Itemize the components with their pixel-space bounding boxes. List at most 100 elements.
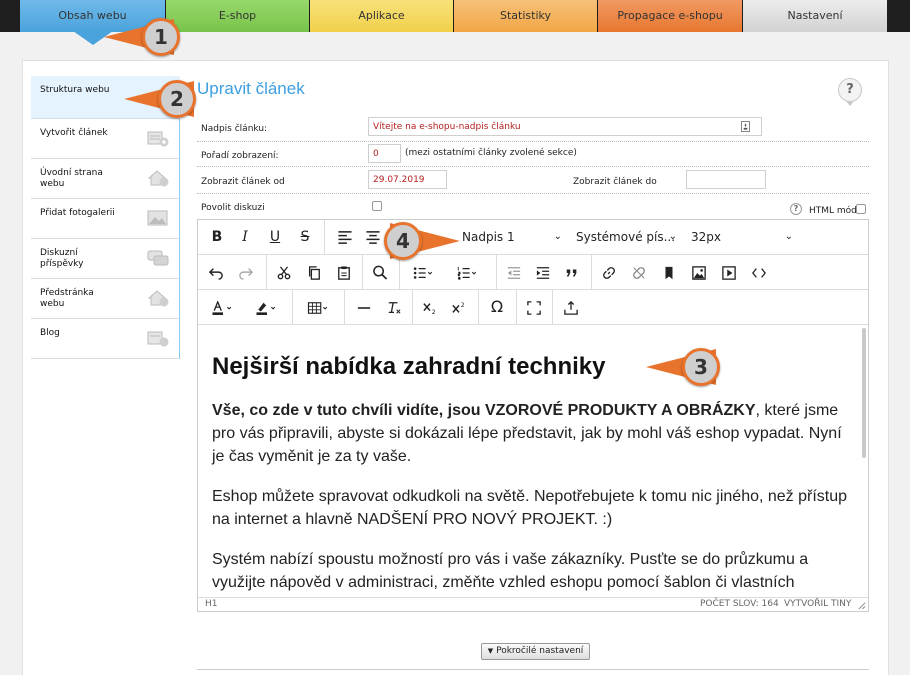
indent-icon[interactable] (533, 266, 553, 280)
chevron-down-icon: ▼ (487, 647, 494, 655)
unlink-icon[interactable] (629, 266, 649, 280)
prepage-icon (147, 290, 169, 307)
paragraph-1-bold: Vše, co zde v tuto chvíli vidíte, jsou V… (212, 402, 756, 419)
sidebar-item-predstranka[interactable]: Předstránka webu (31, 279, 180, 319)
sidebar-item-blog[interactable]: Blog (31, 319, 180, 359)
blockquote-icon[interactable] (562, 266, 582, 280)
sidebar-item-label: Úvodní strana webu (40, 168, 103, 189)
sidebar-item-label: Přidat fotogalerii (40, 208, 115, 218)
article-heading: Nejširší nabídka zahradní techniky (212, 353, 606, 380)
chevron-down-icon: ⌄ (668, 231, 677, 242)
clear-formatting-icon[interactable] (384, 301, 404, 315)
resize-handle-icon[interactable] (857, 601, 866, 610)
tab-nastaveni[interactable]: Nastavení (743, 0, 887, 32)
sidebar-item-label: Vytvořit článek (40, 128, 108, 138)
tab-propagace[interactable]: Propagace e-shopu (598, 0, 742, 32)
outdent-icon[interactable] (504, 266, 524, 280)
create-article-icon (147, 131, 169, 147)
element-path[interactable]: H1 (205, 599, 218, 609)
sidebar: Struktura webu Vytvořit článek Úvodní st… (31, 76, 180, 359)
table-icon[interactable] (302, 301, 336, 315)
callout-1: 1 (104, 18, 184, 56)
font-family-select[interactable]: Systémové pís... ⌄ (568, 226, 683, 248)
tab-statistiky[interactable]: Statistiky (454, 0, 597, 32)
help-button[interactable]: ? (838, 78, 862, 102)
toolbar-separator (344, 290, 345, 324)
discussion-checkbox[interactable] (372, 201, 382, 211)
toolbar-separator (324, 220, 325, 254)
advanced-settings-button[interactable]: ▼ Pokročilé nastavení (481, 643, 590, 660)
sidebar-item-label: Blog (40, 328, 60, 338)
tab-label: E-shop (218, 9, 257, 22)
tab-label: Propagace e-shopu (617, 9, 723, 22)
html-mode-checkbox[interactable] (856, 204, 866, 214)
toolbar-separator (412, 290, 413, 324)
show-to-input[interactable] (686, 170, 766, 189)
bullet-list-icon[interactable] (410, 266, 436, 280)
insert-icon[interactable] (561, 301, 581, 315)
show-from-label: Zobrazit článek od (201, 177, 285, 187)
bottom-divider (197, 669, 869, 670)
media-icon[interactable] (719, 266, 739, 280)
image-icon[interactable] (689, 266, 709, 280)
callout-badge: 2 (158, 80, 196, 118)
toolbar-row-2 (198, 255, 868, 290)
italic-button[interactable]: I (234, 226, 256, 248)
bookmark-icon[interactable] (659, 266, 679, 280)
paste-icon[interactable] (334, 266, 354, 280)
link-icon[interactable] (599, 266, 619, 280)
homepage-icon (147, 170, 169, 187)
tiny-brand[interactable]: VYTVOŘIL TINY (784, 599, 851, 609)
tab-e-shop[interactable]: E-shop (166, 0, 309, 32)
form-row-dates: Zobrazit článek od Zobrazit článek do (197, 167, 869, 194)
paragraph-3: Systém nabízí spoustu možností pro vás i… (212, 551, 809, 591)
html-mode-help-icon[interactable]: ? (790, 203, 802, 215)
align-left-icon[interactable] (334, 230, 356, 245)
toolbar-row-1: B I U S Nadpis 1 ⌄ Systémové pís... ⌄ 32… (198, 220, 868, 255)
sidebar-item-fotogalerie[interactable]: Přidat fotogalerii (31, 199, 180, 239)
fullscreen-icon[interactable] (524, 301, 544, 315)
title-label: Nadpis článku: (201, 124, 268, 134)
redo-icon[interactable] (236, 266, 256, 280)
underline-button[interactable]: U (264, 226, 286, 248)
callout-4: 4 (382, 222, 462, 260)
special-character-button[interactable]: Ω (486, 296, 508, 318)
search-icon[interactable] (370, 265, 390, 280)
align-center-icon[interactable] (362, 230, 384, 245)
block-format-select[interactable]: Nadpis 1 ⌄ (453, 226, 568, 248)
toolbar-separator (496, 255, 497, 289)
show-from-input[interactable]: 29.07.2019 (368, 170, 447, 189)
toolbar-separator (591, 255, 592, 289)
tab-aplikace[interactable]: Aplikace (310, 0, 453, 32)
bold-button[interactable]: B (206, 226, 228, 248)
font-size-value: 32px (691, 230, 721, 244)
editor-scrollbar[interactable] (862, 328, 866, 458)
font-size-select[interactable]: 32px ⌄ (683, 226, 793, 248)
article-title-input[interactable]: Vítejte na e-shopu-nadpis článku (368, 117, 762, 136)
highlight-color-icon[interactable] (250, 301, 284, 315)
cut-icon[interactable] (274, 266, 294, 280)
horizontal-rule-icon[interactable] (354, 301, 374, 315)
block-format-value: Nadpis 1 (462, 230, 515, 244)
tab-label: Aplikace (358, 9, 405, 22)
subscript-icon[interactable]: 2 (420, 301, 440, 315)
rich-text-editor: B I U S Nadpis 1 ⌄ Systémové pís... ⌄ 32… (197, 219, 869, 612)
strikethrough-button[interactable]: S (294, 226, 316, 248)
undo-icon[interactable] (206, 266, 226, 280)
advanced-settings-label: Pokročilé nastavení (496, 646, 584, 656)
field-picker-icon[interactable] (741, 121, 750, 132)
order-input[interactable]: 0 (368, 144, 401, 163)
numbered-list-icon[interactable] (454, 266, 480, 280)
code-icon[interactable] (749, 266, 769, 280)
tab-label: Nastavení (787, 9, 843, 22)
callout-2: 2 (124, 80, 200, 118)
superscript-icon[interactable]: 2 (449, 301, 469, 315)
text-color-icon[interactable] (206, 301, 240, 315)
editor-content[interactable]: Nejširší nabídka zahradní techniky Vše, … (198, 325, 863, 597)
toolbar-separator (292, 290, 293, 324)
sidebar-item-diskuzni-prispevky[interactable]: Diskuzní příspěvky (31, 239, 180, 279)
copy-icon[interactable] (304, 266, 324, 280)
sidebar-item-vytvorit-clanek[interactable]: Vytvořit článek (31, 119, 180, 159)
sidebar-item-uvodni-strana[interactable]: Úvodní strana webu (31, 159, 180, 199)
page-title: Upravit článek (197, 79, 305, 98)
